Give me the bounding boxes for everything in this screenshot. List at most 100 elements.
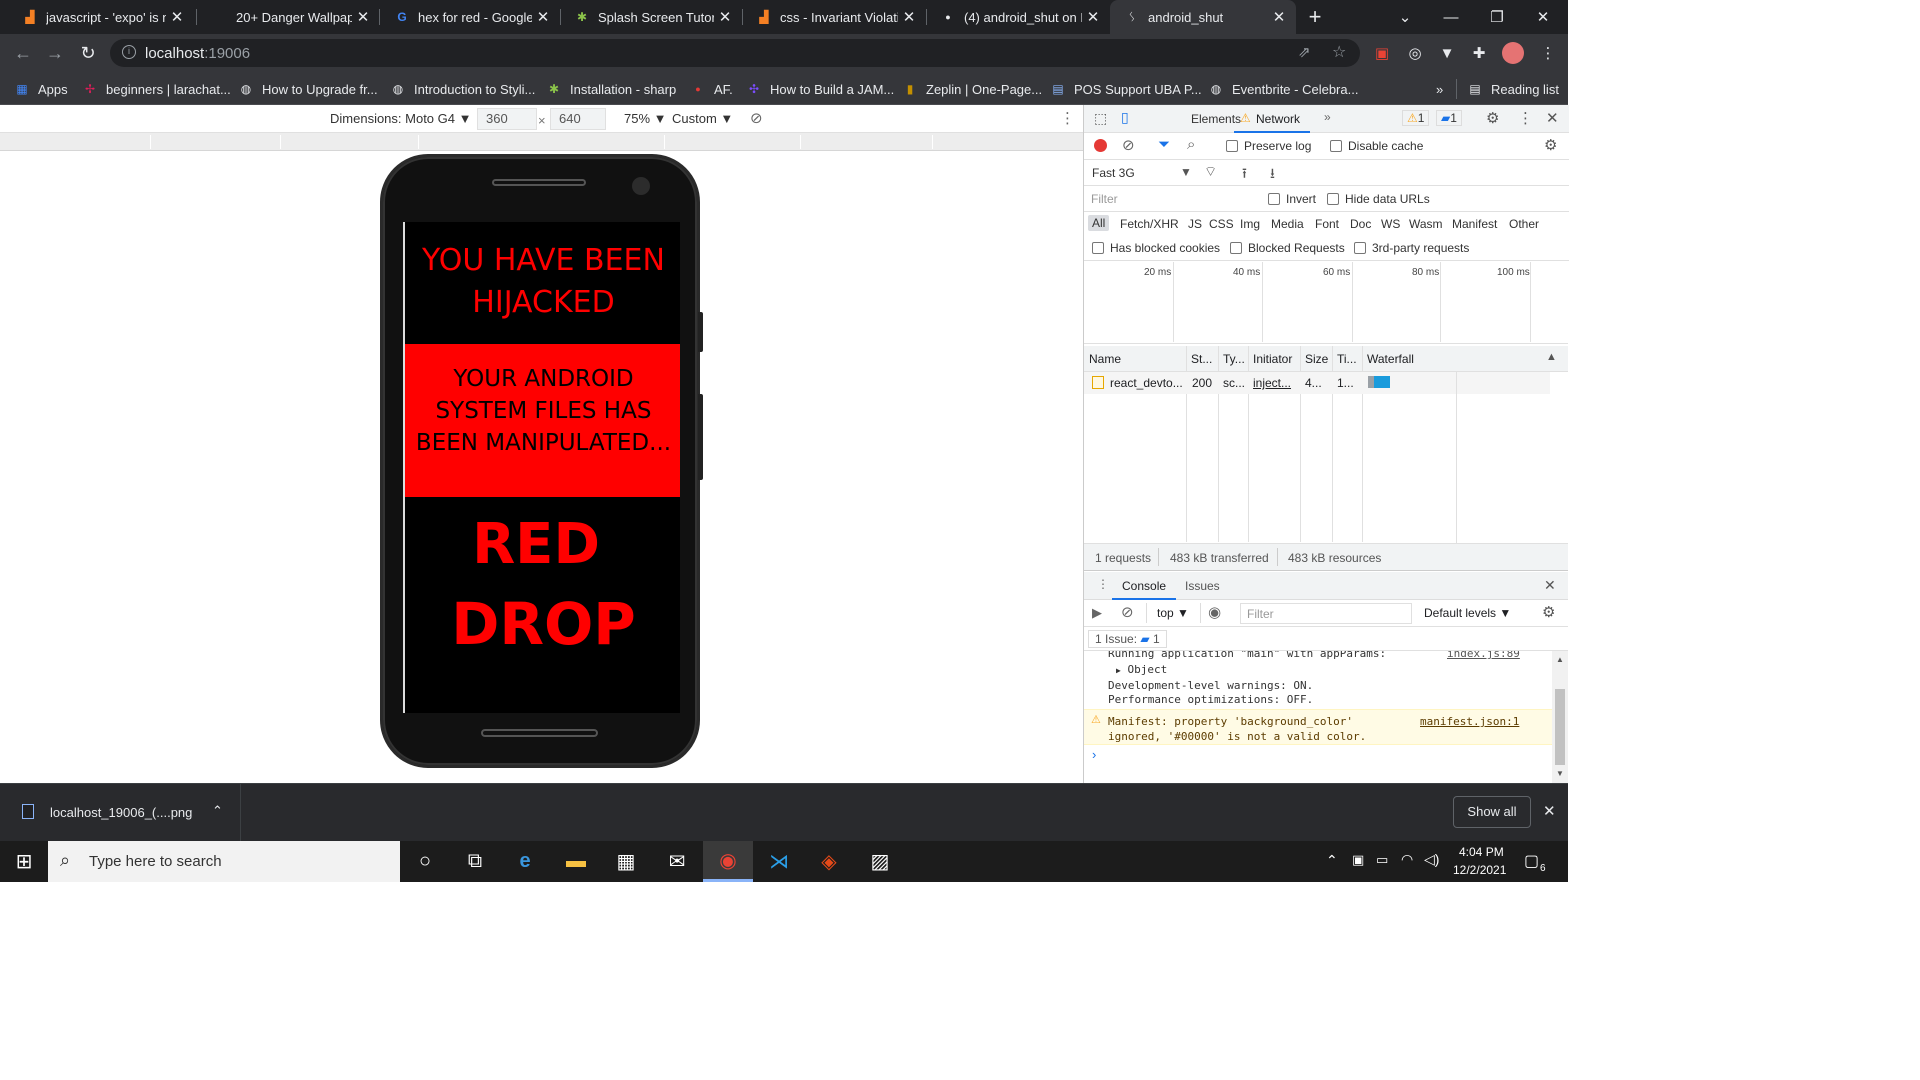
- zoom-select[interactable]: 75% ▼: [624, 111, 667, 126]
- type-filter-all[interactable]: All: [1088, 215, 1110, 231]
- close-tab-icon[interactable]: ✕: [1268, 8, 1290, 26]
- close-shelf-icon[interactable]: ✕: [1543, 802, 1556, 820]
- tab-issues[interactable]: Issues: [1185, 579, 1220, 593]
- back-button[interactable]: ←: [8, 34, 38, 72]
- bookmark-item[interactable]: ✢ beginners | larachat...: [82, 79, 231, 99]
- reload-button[interactable]: ↻: [73, 34, 103, 72]
- has-blocked-cookies-checkbox[interactable]: Has blocked cookies: [1092, 241, 1220, 255]
- type-filter[interactable]: Manifest: [1452, 217, 1497, 231]
- tab-console[interactable]: Console: [1122, 579, 1166, 593]
- import-har-icon[interactable]: ⭱: [1242, 163, 1247, 187]
- console-settings-icon[interactable]: ⚙: [1542, 603, 1555, 621]
- issues-badge[interactable]: ▰1: [1436, 110, 1462, 126]
- battery-icon[interactable]: ▭: [1376, 852, 1388, 868]
- record-button[interactable]: [1094, 139, 1107, 152]
- extensions-puzzle-icon[interactable]: ✚: [1469, 43, 1489, 63]
- console-prompt-icon[interactable]: ›: [1092, 747, 1096, 762]
- column-header[interactable]: Ty...: [1223, 352, 1245, 366]
- more-options-icon[interactable]: ⋮: [1060, 109, 1075, 127]
- throttling-select[interactable]: Fast 3G: [1092, 166, 1135, 180]
- column-header[interactable]: Initiator: [1253, 352, 1292, 366]
- column-header[interactable]: Ti...: [1337, 352, 1357, 366]
- chevron-up-icon[interactable]: ⌃: [212, 803, 223, 819]
- device-dimensions-select[interactable]: Dimensions: Moto G4 ▼: [330, 111, 471, 126]
- close-tab-icon[interactable]: ✕: [352, 8, 374, 26]
- type-filter[interactable]: Img: [1240, 217, 1260, 231]
- type-filter[interactable]: Wasm: [1409, 217, 1443, 231]
- sidebar-toggle-icon[interactable]: ▶: [1092, 605, 1102, 621]
- column-header[interactable]: Size: [1305, 352, 1328, 366]
- network-settings-gear-icon[interactable]: ⚙: [1544, 136, 1557, 154]
- request-name[interactable]: react_devto...: [1110, 376, 1183, 390]
- close-drawer-icon[interactable]: ✕: [1544, 577, 1556, 594]
- share-icon[interactable]: ⇗: [1298, 43, 1311, 61]
- third-party-checkbox[interactable]: 3rd-party requests: [1354, 241, 1469, 255]
- bookmark-item[interactable]: ● AF.: [690, 79, 733, 99]
- column-header[interactable]: Name: [1089, 352, 1121, 366]
- close-window-button[interactable]: ✕: [1520, 0, 1566, 34]
- type-filter[interactable]: Fetch/XHR: [1120, 217, 1179, 231]
- clear-icon[interactable]: ⊘: [1122, 136, 1135, 154]
- hide-data-urls-checkbox[interactable]: Hide data URLs: [1327, 192, 1430, 206]
- task-view-icon[interactable]: ⧉: [450, 841, 500, 882]
- network-filter-input[interactable]: Filter: [1086, 190, 1254, 208]
- info-icon[interactable]: i: [122, 45, 136, 59]
- vue-devtools-icon[interactable]: ▼: [1437, 43, 1457, 63]
- request-initiator-link[interactable]: inject...: [1253, 376, 1291, 390]
- bookmarks-overflow-button[interactable]: »: [1436, 79, 1443, 99]
- disable-cache-checkbox[interactable]: Disable cache: [1330, 139, 1423, 153]
- taskbar-search-box[interactable]: ⌕ Type here to search: [48, 841, 400, 882]
- download-item[interactable]: localhost_19006_(....png ⌃: [0, 784, 241, 842]
- eye-icon[interactable]: ◉: [1208, 603, 1221, 621]
- bookmark-item[interactable]: ✱ Installation - sharp: [546, 79, 676, 99]
- tab-search-icon[interactable]: ⌄: [1382, 0, 1428, 34]
- chrome-icon[interactable]: ◉: [703, 841, 753, 882]
- close-tab-icon[interactable]: ✕: [1082, 8, 1104, 26]
- device-width-input[interactable]: 360: [477, 108, 537, 130]
- type-filter[interactable]: Doc: [1350, 217, 1371, 231]
- sort-arrow-icon[interactable]: ▲: [1546, 351, 1557, 363]
- clock-time[interactable]: 4:04 PM: [1459, 845, 1504, 859]
- warnings-badge[interactable]: ⚠1: [1402, 110, 1430, 126]
- device-height-input[interactable]: 640: [550, 108, 606, 130]
- extension-icon[interactable]: ◎: [1405, 43, 1425, 63]
- browser-tab[interactable]: 20+ Danger Wallpape ✕: [198, 0, 380, 34]
- rotate-icon[interactable]: ⊘: [750, 109, 763, 127]
- forward-button[interactable]: →: [40, 34, 70, 72]
- issues-count-button[interactable]: 1 Issue: ▰ 1: [1088, 630, 1167, 648]
- export-har-icon[interactable]: ⭳: [1270, 163, 1275, 187]
- meet-now-icon[interactable]: ▣: [1352, 852, 1364, 868]
- settings-gear-icon[interactable]: ⚙: [1486, 109, 1499, 127]
- context-select[interactable]: top ▼: [1157, 606, 1189, 620]
- drawer-menu-icon[interactable]: ⋮: [1097, 577, 1109, 591]
- column-header[interactable]: Waterfall: [1367, 352, 1414, 366]
- bookmark-star-icon[interactable]: ☆: [1332, 42, 1346, 62]
- bookmark-item[interactable]: ▮ Zeplin | One-Page...: [902, 79, 1042, 99]
- bookmark-item[interactable]: ◍ Eventbrite - Celebra...: [1208, 79, 1359, 99]
- vscode-icon[interactable]: ⋊: [754, 841, 804, 882]
- type-filter[interactable]: Font: [1315, 217, 1339, 231]
- clear-console-icon[interactable]: ⊘: [1121, 603, 1134, 621]
- close-devtools-icon[interactable]: ✕: [1546, 109, 1559, 127]
- object-expander[interactable]: ▶ Object: [1116, 663, 1167, 676]
- reading-list-button[interactable]: ▤ Reading list: [1456, 79, 1559, 99]
- preserve-log-checkbox[interactable]: Preserve log: [1226, 139, 1311, 153]
- browser-tab[interactable]: ▟ javascript - 'expo' is n ✕: [8, 0, 194, 34]
- close-tab-icon[interactable]: ✕: [532, 8, 554, 26]
- avatar[interactable]: [1502, 42, 1524, 64]
- console-scrollbar[interactable]: ▲ ▼: [1552, 651, 1568, 783]
- type-filter[interactable]: Other: [1509, 217, 1539, 231]
- blocked-requests-checkbox[interactable]: Blocked Requests: [1230, 241, 1345, 255]
- tab-network[interactable]: Network: [1256, 112, 1300, 126]
- close-tab-icon[interactable]: ✕: [714, 8, 736, 26]
- device-toggle-icon[interactable]: ▯: [1121, 109, 1129, 126]
- bookmark-item[interactable]: ✣ How to Build a JAM...: [746, 79, 894, 99]
- show-all-button[interactable]: Show all: [1453, 796, 1531, 828]
- column-header[interactable]: St...: [1191, 352, 1212, 366]
- search-icon[interactable]: ⌕: [1187, 136, 1195, 153]
- file-explorer-icon[interactable]: ▬: [551, 841, 601, 882]
- minimize-button[interactable]: —: [1428, 0, 1474, 34]
- bookmark-apps[interactable]: ▦ Apps: [14, 79, 67, 99]
- more-tabs-icon[interactable]: »: [1324, 110, 1331, 124]
- clock-date[interactable]: 12/2/2021: [1453, 863, 1506, 877]
